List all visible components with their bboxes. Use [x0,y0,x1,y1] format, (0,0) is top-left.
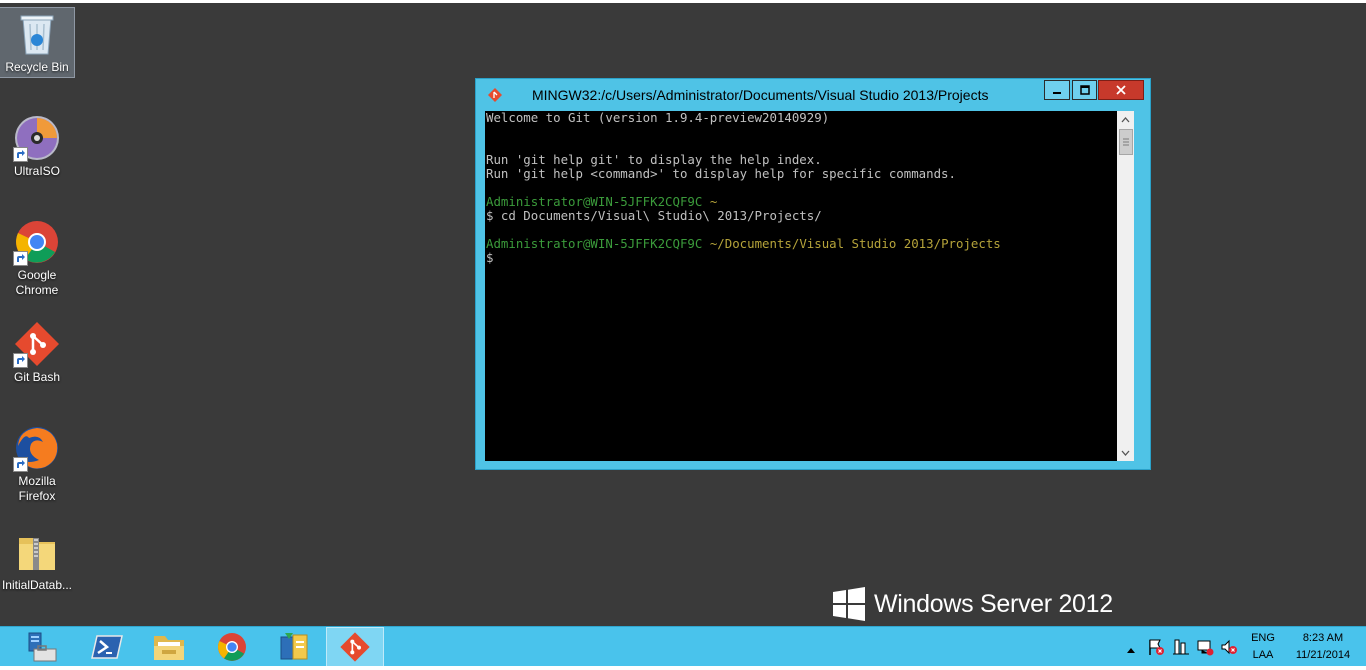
git-bash-icon [487,87,503,103]
scroll-up-button[interactable] [1117,111,1134,128]
desktop-icon-label: Mozilla Firefox [18,474,56,503]
scroll-thumb[interactable] [1119,129,1133,155]
desktop-icon-git-bash[interactable]: Git Bash [0,320,74,385]
chevron-up-icon [1127,648,1135,653]
shortcut-arrow-icon [13,147,28,162]
shortcut-arrow-icon [13,251,28,266]
chevron-up-icon [1121,116,1130,122]
taskbar-powershell[interactable] [78,627,136,667]
console-line: Run 'git help <command>' to display help… [486,166,956,181]
window-title: MINGW32:/c/Users/Administrator/Documents… [532,87,989,103]
console-prompt-line: Administrator@WIN-5JFFK2CQF9C ~ [485,195,1117,209]
close-icon [1116,85,1126,95]
ultraiso-icon [13,114,61,162]
clock-date: 11/21/2014 [1295,649,1351,661]
chevron-down-icon [1121,450,1130,456]
prompt-path: ~/Documents/Visual Studio 2013/Projects [709,236,1001,251]
language-code: ENG [1251,632,1275,644]
brand-text: Windows Server 2012 [874,589,1113,618]
powershell-icon [91,635,123,659]
tray-language[interactable]: ENG LAA [1248,631,1278,662]
tray-show-hidden-button[interactable] [1126,641,1138,653]
desktop-icon-label: Recycle Bin [5,60,69,74]
keyboard-layout: LAA [1252,649,1274,661]
firefox-icon [13,424,61,472]
clock-time: 8:23 AM [1302,632,1344,644]
folder-icon [154,636,184,660]
taskbar: ENG LAA 8:23 AM 11/21/2014 [0,626,1366,667]
desktop-icon-google-chrome[interactable]: Google Chrome [0,218,74,298]
desktop-icon-recycle-bin[interactable]: Recycle Bin [0,7,75,78]
tray-network-icon[interactable] [1196,638,1214,656]
console-line: $ [486,250,494,265]
shortcut-arrow-icon [13,353,28,368]
prompt-user: Administrator@WIN-5JFFK2CQF9C [486,236,703,251]
taskbar-file-explorer[interactable] [140,627,198,667]
desktop-icon-initialdatab[interactable]: InitialDatab... [0,528,74,593]
desktop-icon-label: InitialDatab... [1,578,73,592]
taskbar-network-tool[interactable] [265,627,323,667]
terminal-console[interactable]: Welcome to Git (version 1.9.4-preview201… [485,111,1117,461]
chrome-icon [13,218,61,266]
desktop-icon-ultraiso[interactable]: UltraISO [0,114,74,179]
network-tool-icon [280,633,308,660]
maximize-icon [1079,85,1090,95]
chrome-icon [218,633,246,661]
taskbar-git-bash[interactable] [326,627,384,667]
server-manager-icon [28,632,57,662]
windows-server-brand: Windows Server 2012 [832,586,1113,622]
window-titlebar[interactable]: MINGW32:/c/Users/Administrator/Documents… [476,79,1150,111]
console-line: Run 'git help git' to display the help i… [486,152,822,167]
tray-hardware-icon[interactable] [1172,638,1190,656]
console-line: Welcome to Git (version 1.9.4-preview201… [486,111,830,125]
prompt-path: ~ [709,194,718,209]
console-scrollbar[interactable] [1117,111,1134,461]
shortcut-arrow-icon [13,457,28,472]
git-bash-window[interactable]: MINGW32:/c/Users/Administrator/Documents… [475,78,1151,470]
taskbar-google-chrome[interactable] [203,627,261,667]
recycle-bin-icon [13,10,61,58]
scroll-down-button[interactable] [1117,444,1134,461]
git-bash-icon [13,320,61,368]
tray-clock[interactable]: 8:23 AM 11/21/2014 [1282,631,1364,662]
desktop-icon-label: Git Bash [13,370,61,384]
taskbar-server-manager[interactable] [12,627,70,667]
git-bash-icon [340,632,370,662]
top-strip [0,0,1366,3]
bottom-strip [0,666,1366,670]
desktop-icon-label: UltraISO [13,164,60,178]
desktop-icon-mozilla-firefox[interactable]: Mozilla Firefox [0,424,74,504]
tray-flag-icon[interactable] [1148,638,1164,656]
console-line: $ cd Documents/Visual\ Studio\ 2013/Proj… [486,208,822,223]
console-prompt-line: Administrator@WIN-5JFFK2CQF9C ~/Document… [485,237,1117,251]
maximize-button[interactable] [1072,80,1097,100]
prompt-user: Administrator@WIN-5JFFK2CQF9C [486,194,703,209]
zip-folder-icon [13,528,61,576]
tray-volume-icon[interactable] [1220,638,1238,656]
desktop-icon-label: Google Chrome [15,268,59,297]
close-button[interactable] [1098,80,1144,100]
minimize-button[interactable] [1044,80,1070,100]
minimize-icon [1053,92,1061,94]
windows-logo-icon [833,587,865,621]
